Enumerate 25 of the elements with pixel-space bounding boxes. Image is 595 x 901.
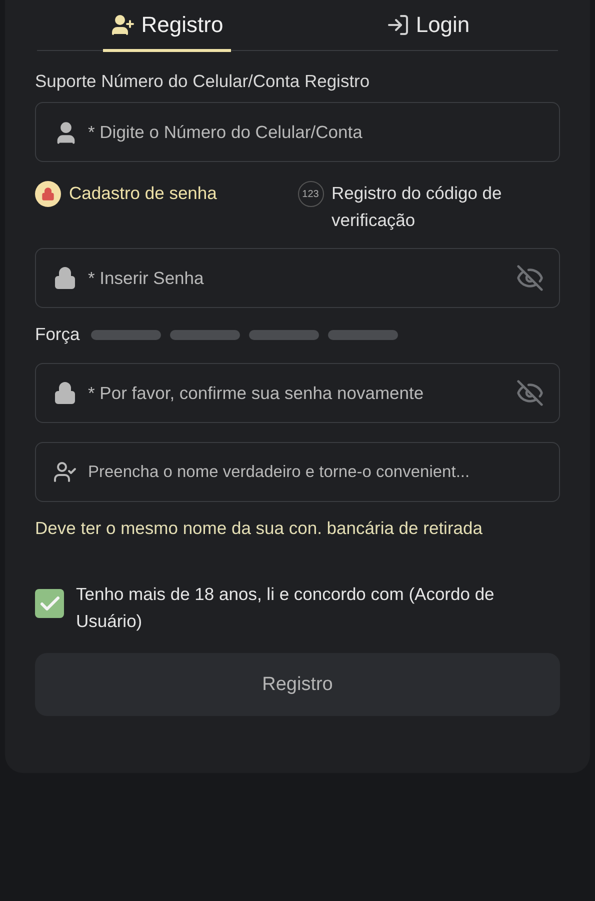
strength-label: Força: [35, 324, 80, 345]
method-option[interactable]: 123 Registro do código de verificação: [298, 180, 560, 236]
name-field[interactable]: Preencha o nome verdadeiro e torne-o convenient...: [35, 442, 560, 502]
password-field[interactable]: * Inserir Senha: [35, 248, 560, 308]
field-label: Suporte Número do Celular/Conta Registro: [35, 71, 371, 92]
account-field[interactable]: * Digite o Número do Celular/Conta: [35, 102, 560, 162]
name-hint: Deve ter o mesmo nome da sua con. bancária de retirada: [35, 518, 484, 539]
confirm-password-field[interactable]: * Por favor, confirme sua senha novamente: [35, 363, 560, 423]
strength-segment: [328, 330, 398, 340]
eye-off-icon[interactable]: [516, 264, 544, 292]
lock-icon: [53, 266, 77, 290]
login-icon: [386, 12, 410, 36]
agreement-checkbox[interactable]: [35, 589, 64, 618]
number-icon: 123: [298, 181, 324, 207]
strength-segment: [248, 330, 319, 340]
user-plus-icon: [111, 12, 136, 36]
tab[interactable]: Registro: [37, 0, 298, 50]
strength-segment: [90, 330, 161, 340]
eye-off-icon[interactable]: [516, 379, 544, 407]
strength-segment: [170, 330, 240, 340]
agreement-text: Tenho mais de 18 anos, li e concordo com (Acordo de Usuário): [76, 583, 496, 633]
tab[interactable]: Login: [298, 0, 558, 50]
method-option[interactable]: Cadastro de senha: [35, 180, 298, 236]
user-check-icon: [53, 460, 77, 484]
lock-icon: [53, 381, 77, 405]
